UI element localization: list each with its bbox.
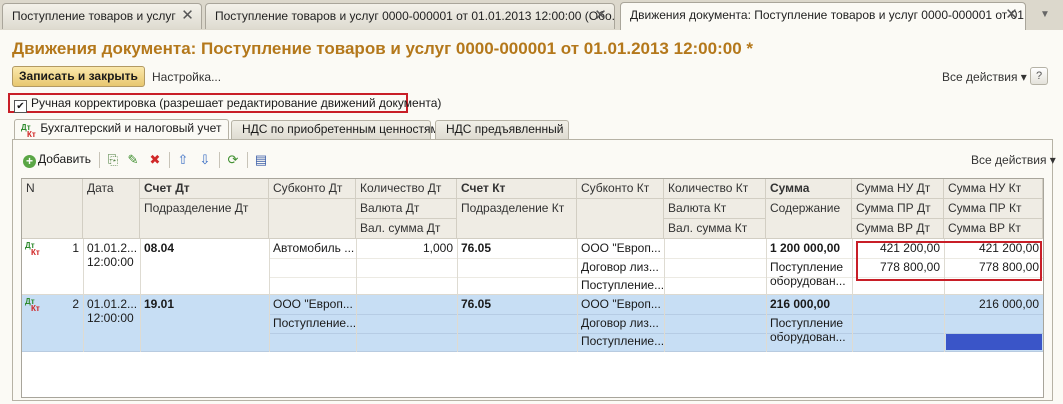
- column-header-qty-kt[interactable]: Количество Кт: [664, 179, 766, 199]
- toolbar-divider: [219, 152, 220, 168]
- add-button[interactable]: + Добавить: [23, 152, 91, 168]
- row-subconto-kt-1: ООО "Европ...: [581, 241, 661, 255]
- document-movements-form: Движения документа: Поступление товаров …: [0, 30, 1063, 404]
- copy-icon[interactable]: ⎘: [105, 152, 121, 168]
- row-time: 12:00:00: [87, 255, 134, 269]
- row-time: 12:00:00: [87, 311, 134, 325]
- window-tab-label: Поступление товаров и услуг: [12, 9, 176, 23]
- window-tab-document-movements[interactable]: Движения документа: Поступление товаров …: [620, 2, 1026, 30]
- row-content-1: Поступление: [770, 260, 844, 274]
- row-number: 1: [72, 241, 79, 255]
- column-header-content[interactable]: Содержание: [766, 199, 852, 239]
- toolbar-divider: [247, 152, 248, 168]
- add-label: Добавить: [38, 152, 92, 166]
- row-account-kt: 76.05: [461, 297, 492, 311]
- column-header-subconto-kt[interactable]: Субконто Кт: [577, 179, 664, 199]
- column-header-dept-dt[interactable]: Подразделение Дт: [140, 199, 269, 239]
- column-header-pr-dt[interactable]: Сумма ПР Дт: [852, 199, 944, 219]
- tab-vat-acquired[interactable]: НДС по приобретенным ценностям: [231, 120, 439, 139]
- grid-all-actions-menu[interactable]: Все действия ▾: [971, 153, 1056, 167]
- manual-correction-row: ✔ Ручная корректировка (разрешает редакти…: [8, 93, 441, 113]
- row-subconto-kt-2: Договор лиз...: [581, 260, 659, 274]
- column-header-pr-kt[interactable]: Сумма ПР Кт: [944, 199, 1043, 219]
- close-icon[interactable]: ✕: [593, 8, 608, 24]
- table-row[interactable]: Дт Кт 2 01.01.2... 12:00:00 19.01 ООО "Ев…: [22, 295, 1043, 352]
- row-subconto-kt-2: Договор лиз...: [581, 316, 659, 330]
- column-header-subconto-kt-2[interactable]: [577, 199, 664, 239]
- row-content-1: Поступление: [770, 316, 844, 330]
- window-tab-label: Движения документа: Поступление товаров …: [630, 8, 1026, 22]
- column-header-account-kt[interactable]: Счет Кт: [457, 179, 577, 199]
- row-subconto-dt-2: Поступление...: [273, 316, 356, 330]
- column-header-currency-kt[interactable]: Валюта Кт: [664, 199, 766, 219]
- row-subconto-dt-1: Автомобиль ...: [273, 241, 355, 255]
- column-header-n[interactable]: N: [22, 179, 83, 239]
- selected-cell[interactable]: [946, 334, 1042, 350]
- window-tab-label: Поступление товаров и услуг 0000-000001 …: [215, 9, 615, 23]
- row-account-dt: 08.04: [144, 241, 175, 255]
- window-tab-bar: Поступление товаров и услуг ✕ Поступлени…: [0, 0, 1063, 30]
- row-subconto-kt-3: Поступление...: [581, 278, 664, 292]
- tab-label: НДС предъявленный: [446, 122, 564, 136]
- close-icon[interactable]: ✕: [1004, 7, 1019, 23]
- save-and-close-button[interactable]: Записать и закрыть: [12, 66, 145, 87]
- column-header-vr-kt[interactable]: Сумма ВР Кт: [944, 219, 1043, 239]
- close-icon[interactable]: ✕: [180, 8, 195, 24]
- column-header-cur-amount-dt[interactable]: Вал. сумма Дт: [356, 219, 457, 239]
- tab-label: НДС по приобретенным ценностям: [242, 122, 439, 136]
- tab-vat-presented[interactable]: НДС предъявленный: [435, 120, 569, 139]
- window-tab-receipts-list[interactable]: Поступление товаров и услуг ✕: [2, 3, 202, 29]
- page-title: Движения документа: Поступление товаров …: [12, 39, 754, 58]
- row-subconto-dt-1: ООО "Европ...: [273, 297, 353, 311]
- column-header-dept-kt[interactable]: Подразделение Кт: [457, 199, 577, 239]
- grid-toolbar: + Добавить ⎘ ✎ ✖ ⇧ ⇩ ⟳ ▤ Все действия ▾: [21, 150, 1056, 170]
- tab-accounting-tax[interactable]: Дт Кт Бухгалтерский и налоговый учет: [14, 119, 229, 140]
- row-nu-kt: 216 000,00: [978, 297, 1039, 311]
- toolbar-divider: [169, 152, 170, 168]
- help-button[interactable]: ?: [1030, 67, 1048, 85]
- row-subconto-kt-1: ООО "Европ...: [581, 297, 661, 311]
- row-account-dt: 19.01: [144, 297, 175, 311]
- tab-panel: + Добавить ⎘ ✎ ✖ ⇧ ⇩ ⟳ ▤ Все действия ▾ N…: [12, 139, 1056, 401]
- row-amount: 1 200 000,00: [770, 241, 841, 255]
- delete-icon[interactable]: ✖: [147, 152, 163, 168]
- tabs-dropdown-icon[interactable]: ▼: [1040, 9, 1050, 20]
- plus-icon: +: [23, 155, 36, 168]
- move-down-icon[interactable]: ⇩: [197, 152, 213, 168]
- tab-label: Бухгалтерский и налоговый учет: [40, 121, 222, 135]
- column-header-nu-kt[interactable]: Сумма НУ Кт: [944, 179, 1043, 199]
- manual-correction-label: Ручная корректировка (разрешает редактир…: [31, 96, 442, 110]
- column-header-currency-dt[interactable]: Валюта Дт: [356, 199, 457, 219]
- column-header-subconto-dt[interactable]: Субконто Дт: [269, 179, 356, 199]
- move-up-icon[interactable]: ⇧: [175, 152, 191, 168]
- row-account-kt: 76.05: [461, 241, 492, 255]
- column-header-qty-dt[interactable]: Количество Дт: [356, 179, 457, 199]
- window-tab-receipt-document[interactable]: Поступление товаров и услуг 0000-000001 …: [205, 3, 615, 29]
- report-icon[interactable]: ▤: [253, 152, 269, 168]
- column-header-amount[interactable]: Сумма: [766, 179, 852, 199]
- column-header-nu-dt[interactable]: Сумма НУ Дт: [852, 179, 944, 199]
- highlight-frame: [856, 241, 1042, 281]
- row-qty-dt: 1,000: [422, 241, 453, 255]
- dt-kt-icon: Дт Кт: [21, 123, 36, 139]
- refresh-icon[interactable]: ⟳: [225, 152, 241, 168]
- column-header-cur-amount-kt[interactable]: Вал. сумма Кт: [664, 219, 766, 239]
- row-amount: 216 000,00: [770, 297, 831, 311]
- row-number: 2: [72, 297, 79, 311]
- manual-correction-checkbox[interactable]: ✔: [14, 100, 27, 113]
- all-actions-menu[interactable]: Все действия ▾: [942, 70, 1027, 84]
- column-header-subconto-dt-2[interactable]: [269, 199, 356, 239]
- row-subconto-kt-3: Поступление...: [581, 334, 664, 348]
- movements-table[interactable]: N Дата Счет Дт Субконто Дт Количество Дт…: [21, 178, 1044, 398]
- settings-link[interactable]: Настройка...: [152, 70, 221, 84]
- toolbar-divider: [99, 152, 100, 168]
- column-header-vr-dt[interactable]: Сумма ВР Дт: [852, 219, 944, 239]
- column-header-date[interactable]: Дата: [83, 179, 140, 239]
- column-header-account-dt[interactable]: Счет Дт: [140, 179, 269, 199]
- pencil-icon[interactable]: ✎: [125, 152, 141, 168]
